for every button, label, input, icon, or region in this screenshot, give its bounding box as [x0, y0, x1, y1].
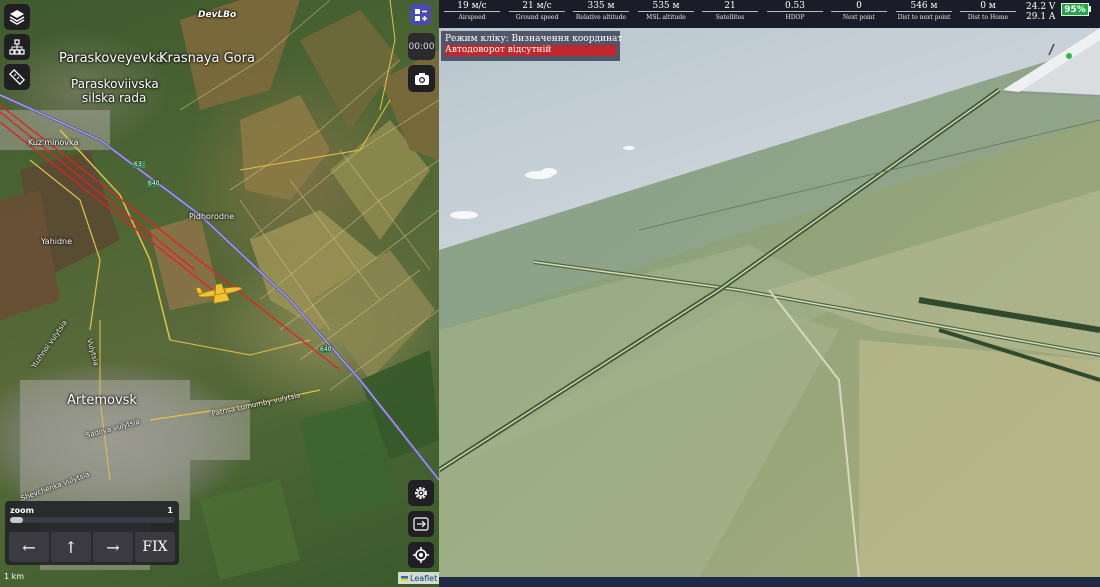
attribution-link[interactable]: Leaflet — [410, 574, 437, 583]
telemetry-value: 21 — [724, 1, 736, 11]
label-silska-rada: silska rada — [82, 91, 147, 105]
ruler-icon — [9, 69, 25, 85]
label-paraskoviivska: Paraskoviivska — [71, 77, 159, 91]
battery-tip — [1089, 6, 1091, 12]
gear-icon — [415, 487, 427, 499]
ukraine-flag-icon — [401, 575, 408, 581]
zoom-value: 1 — [167, 506, 173, 515]
telemetry-cell: 546 м Dist to next point — [893, 0, 955, 28]
pan-left-button[interactable]: ← — [9, 532, 49, 562]
telemetry-label: Relative altitude — [575, 14, 627, 21]
label-artemovsk: Artemovsk — [67, 393, 137, 408]
telemetry-label: Next point — [842, 14, 876, 21]
telemetry-label: Satellites — [715, 14, 745, 21]
click-mode-text: Режим кліку: Визначення координат — [445, 34, 623, 44]
telemetry-bar: 19 м/с Airspeed 21 м/с Ground speed 335 м Rel… — [0, 0, 1100, 28]
click-mode-panel[interactable]: Режим кліку: Визначення координат Автодо… — [441, 31, 623, 61]
screenshot-button[interactable] — [408, 65, 435, 92]
telemetry-cell: 21 Satellites — [699, 0, 761, 28]
settings-button[interactable] — [408, 480, 434, 506]
pan-up-button[interactable]: ↑ — [51, 532, 91, 562]
crosshair-icon — [413, 547, 429, 563]
telemetry-value: 0 — [856, 1, 862, 11]
telemetry-cell: 535 м MSL altitude — [635, 0, 697, 28]
network-button[interactable] — [4, 34, 30, 60]
current-value: 29.1 A — [1026, 12, 1056, 22]
power-readout: 24.2 V 29.1 A — [1026, 2, 1055, 22]
telemetry-value: 19 м/с — [457, 1, 487, 11]
telemetry-value: 535 м — [652, 1, 680, 11]
pan-right-button[interactable]: → — [93, 532, 133, 562]
road-badge-640b: 640 — [320, 346, 332, 353]
autoreturn-warning: Автодоворот відсутній — [445, 45, 616, 56]
telemetry-cell: 0 Next point — [828, 0, 890, 28]
center-split-button[interactable] — [408, 511, 434, 537]
telemetry-cell: 0.53 HDOP — [764, 0, 826, 28]
telemetry-value: 546 м — [910, 1, 938, 11]
camera-image — [439, 28, 1100, 579]
network-icon — [9, 39, 25, 55]
label-paraskoveyevka: Paraskoveyevka — [59, 51, 164, 66]
ground-control-station: DevLBo Paraskoveyevka Krasnaya Gora Para… — [0, 0, 1100, 587]
telemetry-cell: 21 м/с Ground speed — [506, 0, 568, 28]
telemetry-value: 335 м — [587, 1, 615, 11]
telemetry-value: 0 м — [980, 1, 996, 11]
label-kuzminovka: Kuz'minovka — [28, 138, 79, 147]
label-pidhorodne: Pidhorodne — [189, 212, 234, 221]
telemetry-label: HDOP — [785, 14, 805, 21]
locate-button[interactable] — [408, 542, 434, 568]
telemetry-value: 0.53 — [784, 1, 806, 11]
camera-feed[interactable] — [439, 0, 1100, 587]
telemetry-cell: 0 м Dist to Home — [957, 0, 1019, 28]
camera-icon — [414, 72, 429, 85]
road-badge-63: 63 — [134, 161, 142, 168]
map-satellite-layer — [0, 0, 439, 580]
voltage-value: 24.2 V — [1026, 2, 1056, 12]
zoom-control-panel: zoom 1 ← ↑ → FIX — [5, 501, 179, 565]
telemetry-label: Dist to next point — [897, 14, 951, 21]
video-status-bar — [439, 577, 1100, 587]
leaflet-attribution[interactable]: Leaflet — [398, 572, 439, 584]
telemetry-label: Airspeed — [458, 14, 486, 21]
label-yahidne: Yahidne — [41, 237, 73, 246]
telemetry-cell: 19 м/с Airspeed — [441, 0, 503, 28]
map-view[interactable]: DevLBo Paraskoveyevka Krasnaya Gora Para… — [0, 0, 439, 587]
flight-timer[interactable]: 00:00 — [408, 33, 435, 60]
ruler-button[interactable] — [4, 64, 30, 90]
road-badge-640a: 640 — [148, 180, 160, 187]
telemetry-label: MSL altitude — [646, 14, 686, 21]
zoom-slider[interactable] — [10, 517, 175, 523]
label-krasnaya-gora: Krasnaya Gora — [159, 51, 255, 66]
map-scale: 1 km — [4, 572, 25, 581]
zoom-label: zoom — [10, 506, 34, 515]
fix-button[interactable]: FIX — [135, 532, 175, 562]
battery-indicator: 95% — [1061, 3, 1089, 16]
telemetry-label: Ground speed — [515, 14, 559, 21]
expand-horizontal-icon — [413, 517, 429, 531]
telemetry-value: 21 м/с — [522, 1, 552, 11]
telemetry-cell: 335 м Relative altitude — [570, 0, 632, 28]
telemetry-label: Dist to Home — [967, 14, 1009, 21]
zoom-slider-fill — [10, 517, 24, 523]
